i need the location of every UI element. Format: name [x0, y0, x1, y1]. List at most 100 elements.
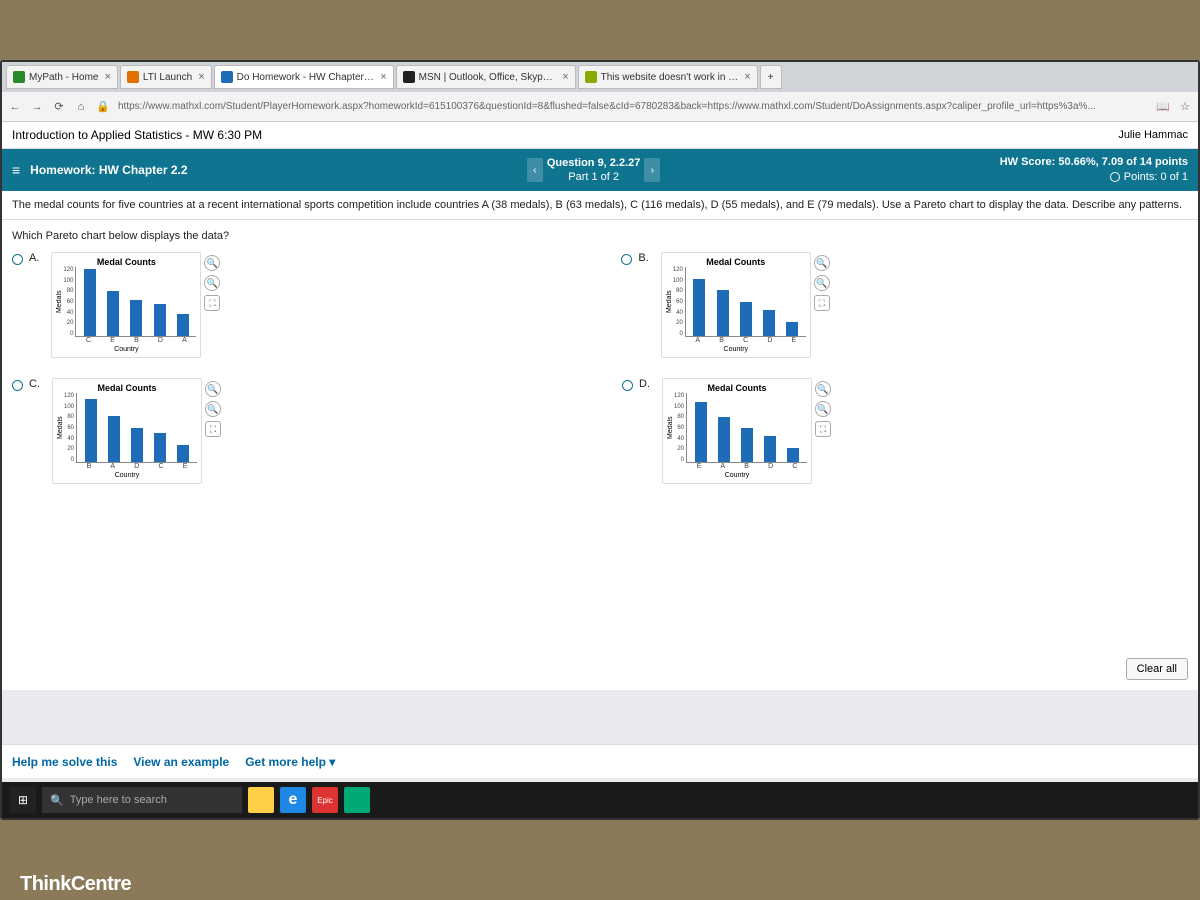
zoom-in-icon[interactable]: 🔍	[204, 255, 220, 271]
plot-area	[685, 267, 806, 337]
y-tick-label: 0	[673, 331, 683, 337]
prev-question-button[interactable]: ‹	[527, 158, 543, 182]
tab-label: This website doesn't work in Int	[601, 72, 739, 83]
help-solve-link[interactable]: Help me solve this	[12, 755, 117, 769]
tab-close-icon[interactable]: ×	[380, 71, 386, 83]
y-tick-label: 20	[64, 446, 74, 452]
zoom-out-icon[interactable]: 🔍	[204, 275, 220, 291]
browser-tab[interactable]: LTI Launch ×	[120, 65, 212, 89]
chart-bar	[763, 310, 775, 336]
y-tick-label: 100	[674, 404, 684, 410]
y-axis: 120100806040200	[64, 393, 76, 463]
y-tick-label: 120	[63, 267, 73, 273]
expand-icon[interactable]: ⛶	[815, 421, 831, 437]
browser-tab[interactable]: MSN | Outlook, Office, Skype, Bi ×	[396, 65, 576, 89]
home-icon[interactable]: ⌂	[74, 101, 88, 113]
zoom-out-icon[interactable]: 🔍	[815, 401, 831, 417]
x-tick-label: C	[86, 337, 91, 344]
x-axis-label: Country	[667, 472, 807, 479]
taskbar-search[interactable]: 🔍 Type here to search	[42, 787, 242, 813]
browser-tab[interactable]: This website doesn't work in Int ×	[578, 65, 758, 89]
x-tick-label: B	[744, 463, 749, 470]
zoom-out-icon[interactable]: 🔍	[814, 275, 830, 291]
browser-tab[interactable]: MyPath - Home ×	[6, 65, 118, 89]
chart-bar	[108, 416, 120, 462]
problem-statement: The medal counts for five countries at a…	[2, 191, 1198, 220]
tab-label: MyPath - Home	[29, 72, 98, 83]
lock-icon: 🔒	[96, 100, 110, 113]
answer-option-b[interactable]: B. Medal Counts Medals 120100806040200 A…	[621, 252, 810, 358]
file-explorer-icon[interactable]	[248, 787, 274, 813]
zoom-in-icon[interactable]: 🔍	[814, 255, 830, 271]
back-icon[interactable]: ←	[8, 101, 22, 113]
x-tick-label: C	[159, 463, 164, 470]
question-indicator: Question 9, 2.2.27 Part 1 of 2	[547, 156, 641, 185]
y-tick-label: 80	[64, 414, 74, 420]
score-panel: HW Score: 50.66%, 7.09 of 14 points Poin…	[1000, 155, 1188, 186]
tab-close-icon[interactable]: ×	[744, 71, 750, 83]
tab-close-icon[interactable]: ×	[104, 71, 110, 83]
new-tab-button[interactable]: +	[760, 65, 782, 89]
option-radio[interactable]	[12, 380, 23, 391]
x-axis-label: Country	[57, 472, 197, 479]
y-tick-label: 100	[63, 278, 73, 284]
question-number: Question 9, 2.2.27	[547, 156, 641, 170]
chart-bar	[154, 304, 166, 336]
pareto-chart: Medal Counts Medals 120100806040200 CEBD…	[51, 252, 201, 358]
y-axis: 120100806040200	[673, 267, 685, 337]
points-text: Points: 0 of 1	[1124, 171, 1188, 183]
y-tick-label: 120	[673, 267, 683, 273]
menu-icon[interactable]: ≡	[12, 162, 20, 178]
y-tick-label: 100	[64, 404, 74, 410]
chart-bar	[107, 291, 119, 336]
answer-option-a[interactable]: A. Medal Counts Medals 120100806040200 C…	[12, 252, 201, 358]
app-icon[interactable]	[344, 787, 370, 813]
expand-icon[interactable]: ⛶	[814, 295, 830, 311]
y-tick-label: 60	[673, 299, 683, 305]
x-tick-label: A	[695, 337, 700, 344]
start-button[interactable]: ⊞	[10, 787, 36, 813]
expand-icon[interactable]: ⛶	[205, 421, 221, 437]
clear-all-button[interactable]: Clear all	[1126, 658, 1188, 680]
zoom-in-icon[interactable]: 🔍	[205, 381, 221, 397]
y-tick-label: 80	[63, 288, 73, 294]
x-tick-label: B	[134, 337, 139, 344]
tab-favicon-icon	[585, 71, 597, 83]
forward-icon[interactable]: →	[30, 101, 44, 113]
address-url[interactable]: https://www.mathxl.com/Student/PlayerHom…	[118, 101, 1148, 112]
x-axis: BADCE	[57, 463, 197, 470]
option-radio[interactable]	[621, 254, 632, 265]
browser-tab[interactable]: Do Homework - HW Chapter 2.2 ×	[214, 65, 394, 89]
chart-title: Medal Counts	[666, 257, 806, 267]
view-example-link[interactable]: View an example	[133, 755, 229, 769]
tab-close-icon[interactable]: ×	[562, 71, 568, 83]
read-aloud-icon[interactable]: 📖	[1156, 100, 1170, 113]
x-tick-label: A	[182, 337, 187, 344]
tab-favicon-icon	[13, 71, 25, 83]
option-radio[interactable]	[622, 380, 633, 391]
taskbar-search-placeholder: Type here to search	[70, 794, 167, 806]
answer-option-c[interactable]: C. Medal Counts Medals 120100806040200 B…	[12, 378, 202, 484]
y-tick-label: 20	[63, 320, 73, 326]
y-axis: 120100806040200	[63, 267, 75, 337]
favorite-icon[interactable]: ☆	[1178, 100, 1192, 113]
zoom-in-icon[interactable]: 🔍	[815, 381, 831, 397]
zoom-out-icon[interactable]: 🔍	[205, 401, 221, 417]
edge-icon[interactable]: e	[280, 787, 306, 813]
reload-icon[interactable]: ⟳	[52, 100, 66, 113]
get-more-help-link[interactable]: Get more help ▾	[245, 755, 335, 769]
x-tick-label: A	[110, 463, 115, 470]
x-tick-label: B	[719, 337, 724, 344]
y-axis: 120100806040200	[674, 393, 686, 463]
tab-close-icon[interactable]: ×	[198, 71, 204, 83]
y-tick-label: 120	[674, 393, 684, 399]
monitor-screen: MyPath - Home × LTI Launch × Do Homework…	[0, 60, 1200, 820]
option-radio[interactable]	[12, 254, 23, 265]
expand-icon[interactable]: ⛶	[204, 295, 220, 311]
x-axis: CEBDA	[56, 337, 196, 344]
next-question-button[interactable]: ›	[644, 158, 660, 182]
user-name: Julie Hammac	[1118, 129, 1188, 141]
epic-icon[interactable]: Epic	[312, 787, 338, 813]
search-icon: 🔍	[50, 794, 64, 807]
answer-option-d[interactable]: D. Medal Counts Medals 120100806040200 E…	[622, 378, 812, 484]
